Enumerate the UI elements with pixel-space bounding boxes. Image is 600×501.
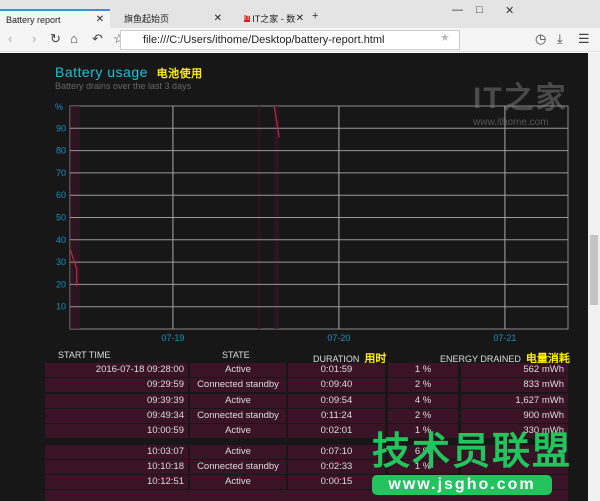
cell-state: Active	[190, 424, 286, 439]
cell-pct: 2 %	[388, 378, 458, 393]
cell-duration: 0:09:40	[288, 378, 385, 393]
download-icon[interactable]: ⤓	[557, 31, 563, 47]
header-state: STATE	[222, 350, 250, 360]
close-icon[interactable]: ✕	[96, 14, 104, 25]
maximize-icon[interactable]: □	[476, 4, 483, 16]
y-axis-label: %	[55, 102, 63, 112]
nav-bar: ‹ › ↻ ⌂ ↶ ☆ file:///C:/Users/ithome/Desk…	[0, 28, 600, 52]
cell-state: Active	[190, 363, 286, 377]
tab-label: 旗鱼起始页	[124, 14, 170, 24]
forward-icon[interactable]: ›	[32, 31, 36, 46]
y-tick-label: 80	[56, 146, 66, 156]
scrollbar-thumb[interactable]	[590, 235, 598, 305]
y-tick-label: 60	[56, 190, 66, 200]
table-row: 09:39:39 Active 0:09:54 4 % 1,627 mWh	[45, 393, 568, 408]
cell-state: Connected standby	[190, 408, 286, 423]
y-tick-label: 70	[56, 168, 66, 178]
jsgho-watermark: 技术员联盟 www.jsgho.com	[372, 431, 573, 495]
tab-ithome[interactable]: ITIT之家 - 数码，科技，生✕	[238, 9, 310, 28]
home-icon[interactable]: ⌂	[70, 31, 78, 46]
reload-icon[interactable]: ↻	[50, 31, 61, 47]
y-tick-label: 30	[56, 257, 66, 267]
cell-start: 10:12:51	[45, 475, 188, 490]
cell-start: 10:10:18	[45, 459, 188, 474]
tab-battery-report[interactable]: Battery report ✕	[0, 9, 110, 28]
cell-duration: 0:02:01	[288, 424, 385, 439]
tab-label: Battery report	[6, 14, 61, 25]
y-tick-label: 40	[56, 235, 66, 245]
cell-state: Connected standby	[190, 378, 286, 393]
x-tick-label: 07-20	[327, 333, 350, 343]
tab-start-page[interactable]: 旗鱼起始页 ✕	[118, 9, 228, 28]
cell-start: 10:00:59	[45, 424, 188, 439]
history-icon[interactable]: ◷	[535, 31, 546, 47]
cell-mwh: 900 mWh	[461, 408, 568, 423]
x-tick-label: 07-21	[493, 333, 516, 343]
cell-start: 09:39:39	[45, 393, 188, 408]
cell-duration: 0:09:54	[288, 393, 385, 408]
favorite-icon[interactable]: ★	[440, 31, 450, 44]
close-icon[interactable]: ✕	[214, 13, 222, 24]
url-text: file:///C:/Users/ithome/Desktop/battery-…	[143, 34, 385, 46]
cell-mwh: 833 mWh	[461, 378, 568, 393]
cell-duration: 0:00:15	[288, 475, 385, 490]
cell-start: 2016-07-18 09:28:00	[45, 363, 188, 377]
close-icon[interactable]: ✕	[296, 13, 304, 24]
cell-pct: 1 %	[388, 363, 458, 377]
cell-start: 09:49:34	[45, 408, 188, 423]
cell-mwh: 1,627 mWh	[461, 393, 568, 408]
y-tick-label: 50	[56, 213, 66, 223]
jsgho-url: www.jsgho.com	[372, 475, 552, 495]
cell-state: Connected standby	[190, 459, 286, 474]
table-row: 09:29:59 Connected standby 0:09:40 2 % 833 m…	[45, 378, 568, 393]
battery-chart: 10 20 30 40 50 60 70 80 90% 07-19 07-20 07-21	[55, 102, 569, 343]
table-row: 09:49:34 Connected standby 0:11:24 2 % 900 m…	[45, 408, 568, 423]
new-tab-icon[interactable]: +	[312, 10, 318, 22]
menu-icon[interactable]: ☰	[578, 31, 590, 47]
close-window-icon[interactable]: ✕	[505, 4, 514, 17]
header-start-time: START TIME	[58, 350, 111, 360]
cell-mwh: 562 mWh	[461, 363, 568, 377]
tab-bar: Battery report✕ 旗鱼起始页✕ ITIT之家 - 数码，科技，生✕…	[0, 0, 600, 28]
y-tick-label: 20	[56, 279, 66, 289]
undo-icon[interactable]: ↶	[92, 31, 103, 47]
cell-pct: 2 %	[388, 408, 458, 423]
cell-duration: 0:02:33	[288, 459, 385, 474]
y-tick-label: 10	[56, 302, 66, 312]
cell-duration: 0:11:24	[288, 408, 385, 423]
address-bar[interactable]: file:///C:/Users/ithome/Desktop/battery-…	[120, 30, 460, 50]
ithome-favicon-icon: IT	[244, 15, 251, 22]
jsgho-logo: 技术员联盟	[372, 431, 573, 473]
cell-start: 10:03:07	[45, 444, 188, 459]
cell-start: 09:29:59	[45, 378, 188, 393]
x-tick-label: 07-19	[161, 333, 184, 343]
table-row: 2016-07-18 09:28:00 Active 0:01:59 1 % 562 m…	[45, 363, 568, 377]
cell-pct: 4 %	[388, 393, 458, 408]
y-tick-label: 90	[56, 123, 66, 133]
cell-state: Active	[190, 393, 286, 408]
cell-duration: 0:01:59	[288, 363, 385, 377]
cell-state: Active	[190, 475, 286, 490]
tab-label: IT之家 - 数码，科技，生	[252, 14, 296, 24]
cell-duration: 0:07:10	[288, 444, 385, 459]
minimize-icon[interactable]: —	[452, 4, 463, 16]
cell-state: Active	[190, 444, 286, 459]
back-icon[interactable]: ‹	[8, 31, 12, 46]
report-page: Battery usage 电池使用 Battery drains over t…	[0, 53, 588, 501]
